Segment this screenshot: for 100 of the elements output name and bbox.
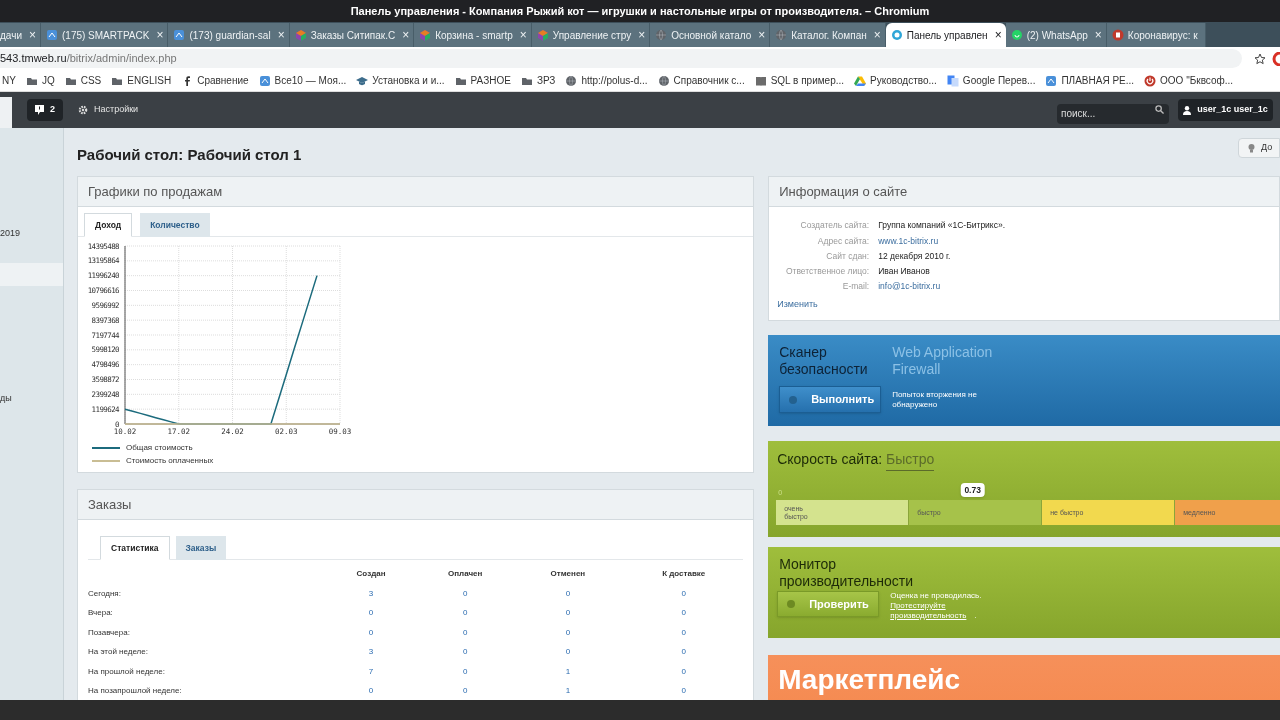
top-right-button[interactable]: До bbox=[1238, 138, 1280, 158]
table-cell[interactable]: 7 bbox=[328, 662, 415, 682]
notifications-button[interactable]: 2 bbox=[27, 99, 63, 121]
info-link[interactable]: www.1c-bitrix.ru bbox=[878, 234, 939, 248]
bookmark[interactable]: ПЛАВНАЯ РЕ... bbox=[1045, 73, 1135, 88]
close-button[interactable]: × bbox=[402, 29, 410, 41]
tab-label: (2) WhatsApp bbox=[1026, 28, 1088, 43]
bookmark[interactable]: CSS bbox=[64, 73, 102, 88]
table-cell[interactable]: 0 bbox=[619, 642, 748, 662]
site-icon bbox=[46, 29, 58, 41]
tab-label: Панель управлен bbox=[906, 28, 988, 43]
info-value: Иван Иванов bbox=[878, 265, 930, 278]
column-header: Отменен bbox=[549, 568, 587, 580]
close-button[interactable]: × bbox=[638, 29, 646, 41]
bookmark[interactable]: ЗРЗ bbox=[520, 73, 556, 88]
table-cell[interactable]: 1 bbox=[516, 681, 620, 700]
monitor-title: Монитор производительности bbox=[779, 556, 915, 590]
bookmark[interactable]: NY bbox=[2, 73, 16, 88]
run-button[interactable]: Выполнить bbox=[779, 386, 882, 413]
bookmark[interactable]: Сравнение bbox=[181, 73, 249, 88]
power-icon bbox=[1144, 74, 1157, 87]
table-cell[interactable]: 0 bbox=[516, 623, 620, 643]
panel-tab[interactable]: Заказы bbox=[175, 536, 227, 560]
close-button[interactable]: × bbox=[873, 29, 881, 41]
info-link[interactable]: info@1c-bitrix.ru bbox=[878, 280, 941, 294]
table-cell[interactable]: 0 bbox=[328, 681, 415, 700]
close-button[interactable]: × bbox=[994, 29, 1002, 41]
bookmark[interactable]: Все10 — Моя... bbox=[258, 73, 347, 88]
panel-tab[interactable]: Доход bbox=[84, 213, 133, 237]
bookmark[interactable]: Справочник с... bbox=[657, 73, 745, 88]
browser-tab[interactable]: (173) guardian-sal × bbox=[168, 23, 290, 47]
browser-tab[interactable]: дачи × bbox=[0, 23, 41, 47]
table-cell[interactable]: 0 bbox=[328, 623, 415, 643]
browser-tab[interactable]: Управление стру × bbox=[531, 23, 651, 47]
info-value: 12 декабря 2010 г. bbox=[878, 249, 951, 263]
table-cell[interactable]: 0 bbox=[516, 584, 620, 604]
row-label: На этой неделе: bbox=[88, 646, 149, 659]
tab-label: дачи bbox=[0, 28, 22, 43]
bookmark[interactable]: Руководство... bbox=[854, 73, 937, 88]
sidebar-item[interactable]: 2019 bbox=[0, 222, 63, 245]
table-cell[interactable]: 0 bbox=[516, 603, 620, 623]
star-icon[interactable] bbox=[1254, 52, 1266, 65]
table-cell[interactable]: 0 bbox=[619, 681, 748, 700]
table-cell[interactable]: 0 bbox=[414, 642, 517, 662]
bookmark[interactable]: РАЗНОЕ bbox=[454, 73, 511, 88]
window-title: Панель управления - Компания Рыжий кот — игрушки и настольные игры от производителя. – Chromium bbox=[350, 3, 930, 19]
globe-icon bbox=[775, 29, 788, 41]
close-button[interactable]: × bbox=[1094, 29, 1102, 41]
chat-icon bbox=[1010, 29, 1023, 41]
bookmark[interactable]: ООО "Бквсоф... bbox=[1144, 73, 1234, 88]
table-cell[interactable]: 0 bbox=[619, 623, 748, 643]
bookmark[interactable]: Google Перев... bbox=[946, 73, 1036, 88]
bookmark[interactable]: SQL в пример... bbox=[754, 73, 845, 88]
url-text[interactable]: 543.tmweb.ru/bitrix/admin/index.php bbox=[0, 50, 177, 67]
table-cell[interactable]: 0 bbox=[328, 603, 415, 623]
row-label: На прошлой неделе: bbox=[88, 665, 166, 678]
search-field[interactable]: поиск... bbox=[1057, 103, 1169, 124]
bookmark[interactable]: JQ bbox=[25, 73, 55, 88]
table-cell[interactable]: 0 bbox=[414, 623, 517, 643]
row-label: На позапрошлой неделе: bbox=[88, 685, 183, 698]
bookmark[interactable]: ENGLISH bbox=[111, 73, 172, 88]
table-cell[interactable]: 0 bbox=[516, 642, 620, 662]
panel-tab[interactable]: Статистика bbox=[100, 536, 170, 560]
close-button[interactable]: × bbox=[29, 29, 36, 41]
close-button[interactable]: × bbox=[519, 29, 527, 41]
table-cell[interactable]: 0 bbox=[619, 584, 748, 604]
extension-icon[interactable] bbox=[1272, 51, 1280, 66]
table-cell[interactable]: 0 bbox=[619, 662, 748, 682]
browser-tab[interactable]: (2) WhatsApp × bbox=[1005, 23, 1107, 47]
user-button[interactable]: user_1c user_1c bbox=[1178, 99, 1273, 121]
sidebar-item[interactable]: ды bbox=[0, 387, 63, 410]
panel-tab[interactable]: Количество bbox=[140, 213, 210, 237]
table-cell[interactable]: 3 bbox=[328, 584, 415, 604]
info-label: Адрес сайта: bbox=[816, 234, 870, 248]
browser-tab[interactable]: Панель управлен × bbox=[885, 23, 1006, 47]
browser-tab[interactable]: Основной катало × bbox=[650, 23, 771, 47]
browser-tab[interactable]: Коронавирус: к bbox=[1106, 23, 1206, 47]
cube-icon bbox=[536, 29, 549, 41]
table-cell[interactable]: 0 bbox=[414, 681, 517, 700]
table-cell[interactable]: 0 bbox=[414, 584, 517, 604]
close-button[interactable]: × bbox=[758, 29, 766, 41]
table-cell[interactable]: 0 bbox=[414, 603, 517, 623]
scanner-title: Сканер безопасности bbox=[779, 344, 869, 378]
bookmark[interactable]: Установка и и... bbox=[356, 73, 445, 88]
table-cell[interactable]: 1 bbox=[516, 662, 620, 682]
table-cell[interactable]: 0 bbox=[619, 603, 748, 623]
table-cell[interactable]: 3 bbox=[328, 642, 415, 662]
browser-tab[interactable]: Корзина - smartp × bbox=[414, 23, 532, 47]
browser-tab[interactable]: Заказы Ситипак.С × bbox=[289, 23, 415, 47]
bookmark[interactable]: http://polus-d... bbox=[565, 73, 648, 88]
edit-link[interactable]: Изменить bbox=[769, 298, 1279, 312]
info-label: Ответственное лицо: bbox=[784, 265, 870, 278]
browser-tab[interactable]: Каталог. Компан × bbox=[770, 23, 886, 47]
close-button[interactable]: × bbox=[156, 29, 164, 41]
table-cell[interactable]: 0 bbox=[414, 662, 517, 682]
close-button[interactable]: × bbox=[277, 29, 285, 41]
tab-label: Управление стру bbox=[552, 28, 632, 43]
browser-tab[interactable]: (175) SMARTPACK × bbox=[41, 23, 169, 47]
legend-item: Стоимость оплаченных bbox=[92, 455, 754, 467]
settings-button[interactable]: Настройки bbox=[78, 103, 139, 117]
